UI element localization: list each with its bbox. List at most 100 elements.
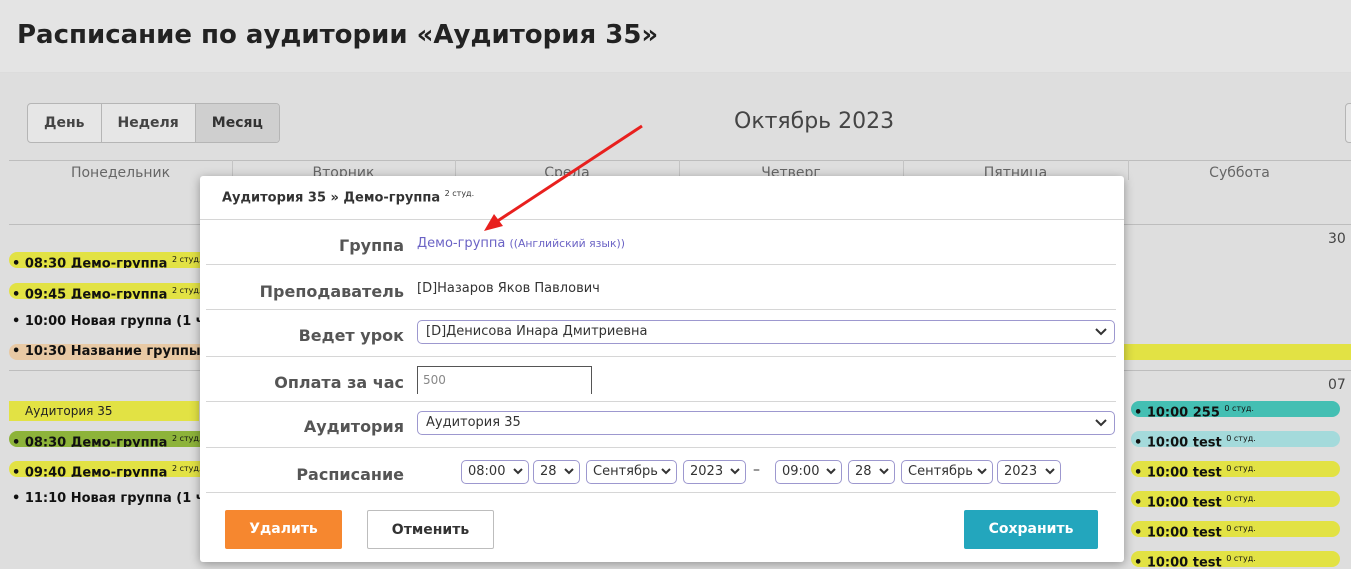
day-header-saturday: Суббота — [1209, 165, 1270, 181]
event-badge: 0 студ. — [1224, 404, 1254, 413]
event-badge: 0 студ. — [1226, 554, 1256, 563]
divider — [206, 356, 1116, 357]
teacher-label: Преподаватель — [259, 282, 404, 301]
view-month-button[interactable]: Месяц — [195, 104, 279, 142]
start-month-select[interactable]: Сентябрь — [586, 460, 677, 484]
calendar-event[interactable]: • 10:00 test 0 студ. — [1131, 461, 1340, 477]
pay-input[interactable]: 500 — [417, 366, 592, 394]
save-button[interactable]: Сохранить — [964, 510, 1098, 549]
chevron-down-icon — [730, 468, 740, 475]
group-link[interactable]: Демо-группа — [417, 236, 505, 251]
page-header: Расписание по аудитории «Аудитория 35» — [0, 0, 1351, 72]
divider — [200, 219, 1124, 220]
calendar-event[interactable]: • 08:30 Демо-группа 2 студ. — [9, 252, 203, 268]
lesson-edit-modal: Аудитория 35 » Демо-группа 2 студ. Групп… — [200, 176, 1124, 562]
chevron-down-icon — [513, 468, 523, 475]
room-select[interactable]: Аудитория 35 — [417, 411, 1115, 435]
end-year-select[interactable]: 2023 — [997, 460, 1061, 484]
room-label: Аудитория 35 — [9, 401, 199, 421]
chevron-down-icon — [661, 468, 671, 475]
calendar-event[interactable]: • 10:00 Новая группа (1 чи — [9, 314, 203, 330]
event-text: • 10:00 test — [1134, 435, 1222, 447]
divider — [206, 401, 1116, 402]
event-text: • 08:30 Демо-группа — [12, 435, 168, 447]
start-year-select[interactable]: 2023 — [683, 460, 746, 484]
teacher-value: [D]Назаров Яков Павлович — [417, 281, 600, 296]
chevron-down-icon — [1045, 468, 1055, 475]
start-time-value: 08:00 — [468, 464, 506, 479]
end-time-value: 09:00 — [782, 464, 820, 479]
event-badge: 0 студ. — [1226, 494, 1256, 503]
calendar-event[interactable]: • 08:30 Демо-группа 2 студ. — [9, 431, 203, 447]
cancel-button[interactable]: Отменить — [367, 510, 494, 549]
event-text: • 09:40 Демо-группа — [12, 465, 168, 477]
event-badge: 0 студ. — [1226, 524, 1256, 533]
start-day-value: 28 — [540, 464, 557, 479]
end-month-select[interactable]: Сентябрь — [901, 460, 993, 484]
lead-teacher-selected: [D]Денисова Инара Дмитриевна — [426, 324, 648, 339]
calendar-event-bar[interactable] — [1124, 344, 1351, 360]
modal-title: Аудитория 35 » Демо-группа 2 студ. — [222, 189, 474, 205]
event-text: • 10:00 test — [1134, 555, 1222, 567]
event-text: • 10:00 test — [1134, 525, 1222, 537]
event-badge: 0 студ. — [1226, 464, 1256, 473]
start-time-select[interactable]: 08:00 — [461, 460, 529, 484]
event-text: • 10:00 test — [1134, 495, 1222, 507]
chevron-down-icon — [977, 468, 987, 475]
event-badge: 2 студ. — [171, 464, 202, 473]
view-week-button[interactable]: Неделя — [102, 104, 196, 142]
calendar-event[interactable]: • 09:40 Демо-группа 2 студ. — [9, 461, 203, 477]
group-label: Группа — [339, 236, 404, 255]
date-number: 07 — [1328, 377, 1346, 393]
calendar-event[interactable]: • 10:00 test 0 студ. — [1131, 431, 1340, 447]
day-header-monday: Понедельник — [70, 165, 171, 181]
period-title: Октябрь 2023 — [734, 109, 895, 134]
event-badge: 2 студ. — [171, 255, 202, 264]
delete-button[interactable]: Удалить — [225, 510, 342, 549]
calendar-event[interactable]: • 10:00 test 0 студ. — [1131, 551, 1340, 567]
page-title: Расписание по аудитории «Аудитория 35» — [17, 20, 659, 50]
calendar-event[interactable]: • 10:00 test 0 студ. — [1131, 491, 1340, 507]
end-time-select[interactable]: 09:00 — [775, 460, 842, 484]
calendar-event[interactable]: • 11:10 Новая группа (1 чи — [9, 491, 203, 507]
end-year-value: 2023 — [1004, 464, 1038, 479]
event-text: • 10:30 Название группы1 — [12, 344, 203, 359]
divider — [206, 447, 1116, 448]
calendar-event[interactable]: • 09:45 Демо-группа 2 студ. — [9, 283, 203, 299]
modal-title-text: Аудитория 35 » Демо-группа — [222, 190, 441, 206]
view-day-button[interactable]: День — [28, 104, 102, 142]
chevron-down-icon — [879, 468, 889, 475]
lead-teacher-select[interactable]: [D]Денисова Инара Дмитриевна — [417, 320, 1115, 344]
divider — [206, 309, 1116, 310]
grid-line — [9, 160, 1351, 161]
end-day-select[interactable]: 28 — [848, 460, 895, 484]
calendar-event[interactable]: • 10:00 test 0 студ. — [1131, 521, 1340, 537]
lead-teacher-label: Ведет урок — [298, 326, 404, 345]
event-badge: 2 студ. — [171, 286, 202, 295]
room-label-modal: Аудитория — [303, 417, 404, 436]
modal-title-badge: 2 студ. — [444, 189, 475, 198]
chevron-down-icon — [564, 468, 574, 475]
chevron-down-icon — [826, 468, 836, 475]
group-value: Демо-группа ((Английский язык)) — [417, 236, 625, 251]
event-text: • 10:00 255 — [1134, 405, 1220, 417]
date-number: 30 — [1328, 231, 1346, 247]
chevron-down-icon — [1095, 328, 1107, 336]
room-selected: Аудитория 35 — [426, 415, 521, 430]
nav-button[interactable] — [1345, 103, 1351, 143]
start-day-select[interactable]: 28 — [533, 460, 580, 484]
start-year-value: 2023 — [690, 464, 724, 479]
chevron-down-icon — [1095, 419, 1107, 427]
end-month-value: Сентябрь — [908, 464, 973, 479]
end-day-value: 28 — [855, 464, 872, 479]
event-text: • 10:00 Новая группа (1 чи — [12, 314, 203, 329]
start-month-value: Сентябрь — [593, 464, 658, 479]
event-text: • 11:10 Новая группа (1 чи — [12, 491, 203, 506]
divider — [206, 492, 1116, 493]
calendar-event[interactable]: • 10:00 255 0 студ. — [1131, 401, 1340, 417]
calendar-event[interactable]: • 10:30 Название группы1 — [9, 344, 203, 360]
event-text: • 10:00 test — [1134, 465, 1222, 477]
event-text: • 09:45 Демо-группа — [12, 287, 168, 299]
pay-label: Оплата за час — [274, 373, 404, 392]
event-text: • 08:30 Демо-группа — [12, 256, 168, 268]
